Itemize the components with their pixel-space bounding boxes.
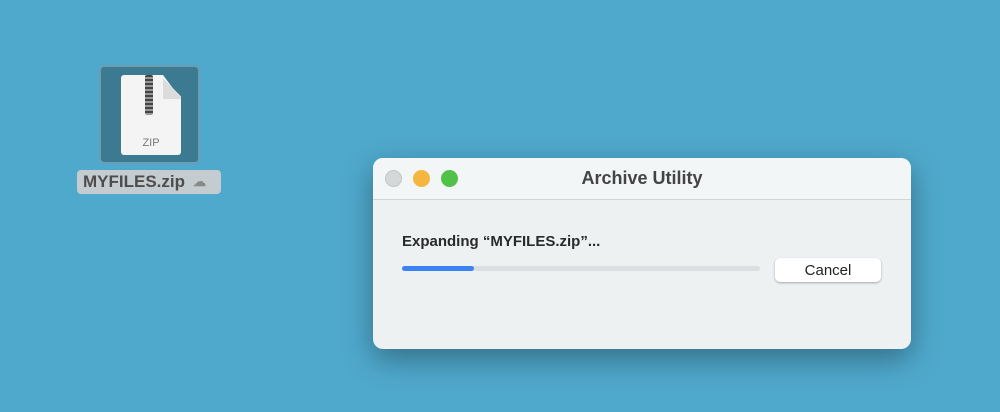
archive-utility-window: Archive Utility Expanding “MYFILES.zip”.… — [373, 158, 911, 349]
page-fold — [163, 75, 181, 99]
file-name-label[interactable]: MYFILES.zip ☁ — [77, 170, 221, 194]
file-type-label: ZIP — [142, 137, 160, 149]
status-message: Expanding “MYFILES.zip”... — [402, 233, 601, 250]
file-name: MYFILES.zip — [83, 172, 185, 191]
progress-fill — [402, 266, 474, 271]
zoom-button[interactable] — [441, 170, 458, 187]
cloud-alert-icon: ☁ — [193, 174, 206, 189]
zipper-icon — [145, 75, 153, 115]
close-button[interactable] — [385, 170, 402, 187]
cancel-button[interactable]: Cancel — [775, 258, 881, 282]
minimize-button[interactable] — [413, 170, 430, 187]
zip-file-icon[interactable]: ZIP — [99, 65, 200, 164]
progress-bar — [402, 266, 760, 271]
title-bar[interactable]: Archive Utility — [373, 158, 911, 200]
